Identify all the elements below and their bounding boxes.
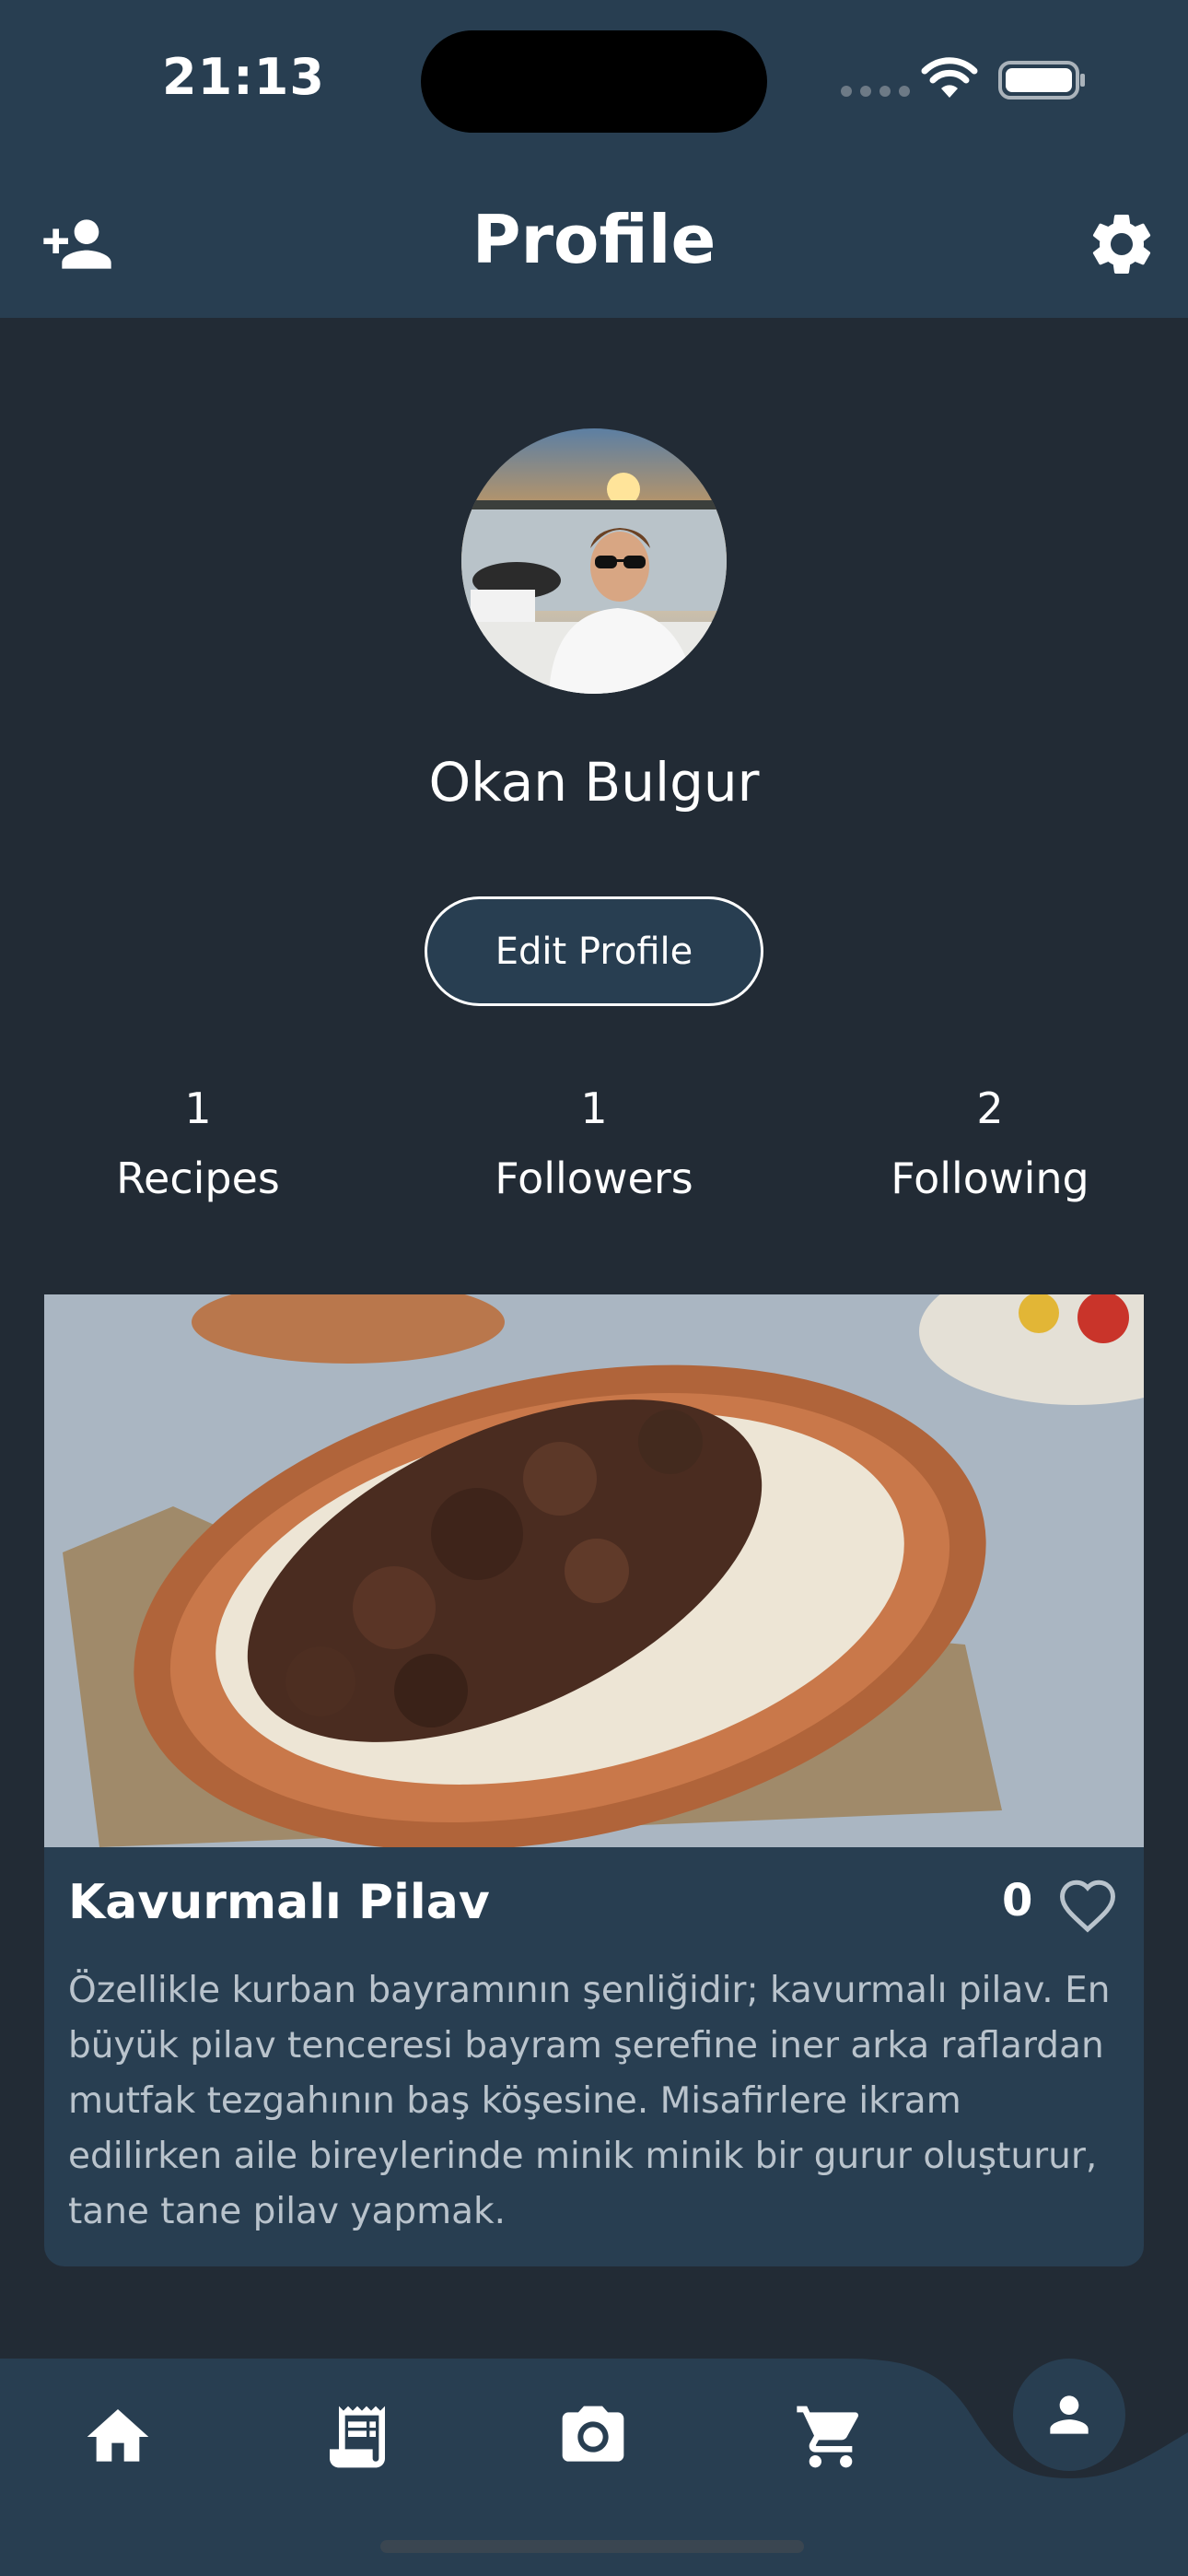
recipe-icon[interactable] bbox=[320, 2400, 394, 2474]
profile-name: Okan Bulgur bbox=[428, 751, 760, 814]
recipe-description: Özellikle kurban bayramının şenliğidir; … bbox=[68, 1970, 1111, 2232]
recipe-title: Kavurmalı Pilav bbox=[68, 1875, 490, 1930]
recipe-image bbox=[44, 1294, 1144, 1847]
cellular-signal-icon bbox=[841, 86, 910, 97]
avatar bbox=[461, 428, 727, 694]
stat-value: 1 bbox=[184, 1083, 212, 1133]
home-icon[interactable] bbox=[81, 2400, 155, 2474]
status-time: 21:13 bbox=[162, 48, 325, 106]
settings-icon[interactable] bbox=[1085, 207, 1159, 281]
stat-label: Following bbox=[891, 1153, 1089, 1203]
stat-recipes[interactable]: 1 Recipes bbox=[46, 1076, 350, 1203]
recipe-card[interactable]: Kavurmalı Pilav 0 Özellikle kurban bayra… bbox=[44, 1294, 1144, 2266]
dynamic-island bbox=[421, 30, 767, 133]
app-header: 21:13 Profile bbox=[0, 0, 1188, 318]
stat-value: 2 bbox=[976, 1083, 1004, 1133]
cart-icon[interactable] bbox=[794, 2400, 868, 2474]
stat-following[interactable]: 2 Following bbox=[838, 1076, 1142, 1203]
page-title: Profile bbox=[472, 201, 716, 278]
home-indicator bbox=[380, 2540, 804, 2553]
stat-value: 1 bbox=[580, 1083, 608, 1133]
like-count: 0 bbox=[1002, 1875, 1033, 1926]
profile-screen: 21:13 Profile Okan Bulgur Edit Profile 1… bbox=[0, 0, 1188, 2576]
stat-followers[interactable]: 1 Followers bbox=[442, 1076, 746, 1203]
camera-icon[interactable] bbox=[556, 2400, 630, 2474]
person-icon bbox=[1050, 2395, 1089, 2434]
heart-icon[interactable] bbox=[1057, 1877, 1118, 1934]
stat-label: Followers bbox=[495, 1153, 693, 1203]
battery-icon bbox=[998, 61, 1085, 100]
profile-tab-button[interactable] bbox=[1013, 2359, 1125, 2471]
edit-profile-button[interactable]: Edit Profile bbox=[425, 896, 763, 1006]
wifi-icon bbox=[921, 57, 978, 98]
stat-label: Recipes bbox=[116, 1153, 280, 1203]
